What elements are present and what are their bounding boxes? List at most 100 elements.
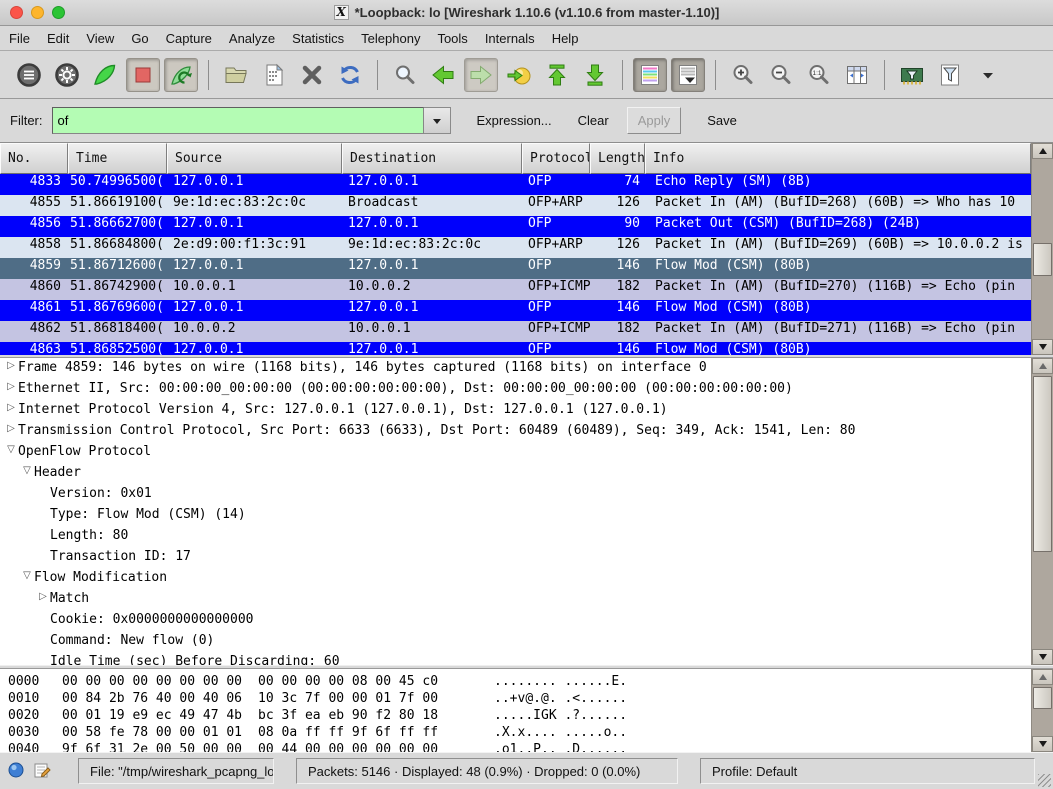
filter-input[interactable]	[52, 107, 424, 134]
filter-dropdown-button[interactable]	[424, 107, 451, 134]
packet-row[interactable]: 485651.86662700(127.0.0.1127.0.0.1OFP90P…	[0, 216, 1031, 237]
detail-line[interactable]: Idle Time (sec) Before Discarding: 60	[0, 654, 1031, 665]
detail-line[interactable]: Cookie: 0x0000000000000000	[0, 612, 1031, 633]
resize-grip[interactable]	[1038, 774, 1051, 787]
capture-start-icon[interactable]	[88, 58, 122, 92]
detail-line[interactable]: Type: Flow Mod (CSM) (14)	[0, 507, 1031, 528]
menu-telephony[interactable]: Telephony	[361, 31, 420, 46]
column-header-no[interactable]: No.	[0, 143, 68, 174]
detail-line[interactable]: Length: 80	[0, 528, 1031, 549]
expander-closed-icon[interactable]: ▷	[4, 381, 18, 402]
menu-edit[interactable]: Edit	[47, 31, 69, 46]
colorize-icon[interactable]	[633, 58, 667, 92]
scroll-down-icon[interactable]	[1032, 649, 1053, 665]
column-header-source[interactable]: Source	[167, 143, 342, 174]
packet-row[interactable]: 483350.74996500(127.0.0.1127.0.0.1OFP74E…	[0, 174, 1031, 195]
column-header-destination[interactable]: Destination	[342, 143, 522, 174]
expression-button[interactable]: Expression...	[477, 113, 552, 128]
menu-help[interactable]: Help	[552, 31, 579, 46]
expander-closed-icon[interactable]: ▷	[4, 423, 18, 444]
display-filter-icon[interactable]	[933, 58, 967, 92]
capture-options-icon[interactable]	[50, 58, 84, 92]
go-top-icon[interactable]	[540, 58, 574, 92]
detail-line[interactable]: ▷Internet Protocol Version 4, Src: 127.0…	[0, 402, 1031, 423]
detail-line[interactable]: Version: 0x01	[0, 486, 1031, 507]
details-scrollbar[interactable]	[1031, 358, 1053, 665]
toolbar-overflow-icon[interactable]	[971, 58, 1005, 92]
menu-internals[interactable]: Internals	[485, 31, 535, 46]
packet-row[interactable]: 485551.86619100(9e:1d:ec:83:2c:0cBroadca…	[0, 195, 1031, 216]
close-window-button[interactable]	[10, 6, 23, 19]
zoom-window-button[interactable]	[52, 6, 65, 19]
expander-open-icon[interactable]: ▽	[20, 570, 34, 591]
detail-line[interactable]: Command: New flow (0)	[0, 633, 1031, 654]
detail-line[interactable]: ▽Header	[0, 465, 1031, 486]
scroll-track[interactable]	[1032, 685, 1053, 736]
scroll-up-icon[interactable]	[1032, 669, 1053, 685]
detail-line[interactable]: ▷Transmission Control Protocol, Src Port…	[0, 423, 1031, 444]
zoom-in-icon[interactable]	[726, 58, 760, 92]
clear-button[interactable]: Clear	[578, 113, 609, 128]
menu-go[interactable]: Go	[131, 31, 148, 46]
packet-row[interactable]: 486251.86818400(10.0.0.210.0.0.1OFP+ICMP…	[0, 321, 1031, 342]
expander-closed-icon[interactable]: ▷	[36, 591, 50, 612]
scroll-up-icon[interactable]	[1032, 143, 1053, 159]
go-back-icon[interactable]	[426, 58, 460, 92]
detail-line[interactable]: ▽OpenFlow Protocol	[0, 444, 1031, 465]
scroll-down-icon[interactable]	[1032, 339, 1053, 355]
list-interfaces-icon[interactable]	[12, 58, 46, 92]
expander-closed-icon[interactable]: ▷	[4, 402, 18, 423]
scroll-down-icon[interactable]	[1032, 736, 1053, 752]
packet-list-scrollbar[interactable]	[1031, 143, 1053, 355]
hex-scrollbar[interactable]	[1031, 669, 1053, 752]
capture-stop-icon[interactable]	[126, 58, 160, 92]
expander-open-icon[interactable]: ▽	[4, 444, 18, 465]
menu-tools[interactable]: Tools	[437, 31, 467, 46]
capture-restart-icon[interactable]	[164, 58, 198, 92]
packet-row[interactable]: 485851.86684800(2e:d9:00:f1:3c:919e:1d:e…	[0, 237, 1031, 258]
zoom-out-icon[interactable]	[764, 58, 798, 92]
scroll-thumb[interactable]	[1033, 243, 1052, 276]
resize-columns-icon[interactable]	[840, 58, 874, 92]
hex-row[interactable]: 002000 01 19 e9 ec 49 47 4bbc 3f ea eb 9…	[0, 708, 1031, 725]
column-header-time[interactable]: Time	[68, 143, 167, 174]
packet-row[interactable]: 486151.86769600(127.0.0.1127.0.0.1OFP146…	[0, 300, 1031, 321]
capture-filter-icon[interactable]	[895, 58, 929, 92]
save-button[interactable]: Save	[707, 113, 737, 128]
scroll-thumb[interactable]	[1033, 376, 1052, 552]
hex-row[interactable]: 003000 58 fe 78 00 00 01 0108 0a ff ff 9…	[0, 725, 1031, 742]
open-file-icon[interactable]	[219, 58, 253, 92]
autoscroll-icon[interactable]	[671, 58, 705, 92]
expert-info-icon[interactable]	[8, 762, 24, 781]
hex-row[interactable]: 001000 84 2b 76 40 00 40 0610 3c 7f 00 0…	[0, 691, 1031, 708]
column-header-info[interactable]: Info	[645, 143, 1031, 174]
packet-row[interactable]: 485951.86712600(127.0.0.1127.0.0.1OFP146…	[0, 258, 1031, 279]
hex-row[interactable]: 000000 00 00 00 00 00 00 0000 00 00 00 0…	[0, 674, 1031, 691]
find-packet-icon[interactable]	[388, 58, 422, 92]
scroll-track[interactable]	[1032, 374, 1053, 649]
apply-button[interactable]: Apply	[627, 107, 682, 134]
minimize-window-button[interactable]	[31, 6, 44, 19]
menu-statistics[interactable]: Statistics	[292, 31, 344, 46]
scroll-thumb[interactable]	[1033, 687, 1052, 709]
menu-capture[interactable]: Capture	[166, 31, 212, 46]
menu-file[interactable]: File	[9, 31, 30, 46]
column-header-protocol[interactable]: Protocol	[522, 143, 590, 174]
detail-line[interactable]: ▽Flow Modification	[0, 570, 1031, 591]
column-header-length[interactable]: Length	[590, 143, 645, 174]
scroll-up-icon[interactable]	[1032, 358, 1053, 374]
detail-line[interactable]: ▷Ethernet II, Src: 00:00:00_00:00:00 (00…	[0, 381, 1031, 402]
scroll-track[interactable]	[1032, 159, 1053, 339]
hex-row[interactable]: 00409f 6f 31 2e 00 50 00 0000 44 00 00 0…	[0, 742, 1031, 752]
zoom-reset-icon[interactable]: 1:1	[802, 58, 836, 92]
go-to-packet-icon[interactable]	[502, 58, 536, 92]
capture-comment-icon[interactable]	[33, 761, 51, 782]
expander-closed-icon[interactable]: ▷	[4, 360, 18, 381]
go-forward-icon[interactable]	[464, 58, 498, 92]
reload-file-icon[interactable]	[333, 58, 367, 92]
go-bottom-icon[interactable]	[578, 58, 612, 92]
packet-row[interactable]: 486051.86742900(10.0.0.110.0.0.2OFP+ICMP…	[0, 279, 1031, 300]
detail-line[interactable]: ▷Match	[0, 591, 1031, 612]
menu-analyze[interactable]: Analyze	[229, 31, 275, 46]
menu-view[interactable]: View	[86, 31, 114, 46]
